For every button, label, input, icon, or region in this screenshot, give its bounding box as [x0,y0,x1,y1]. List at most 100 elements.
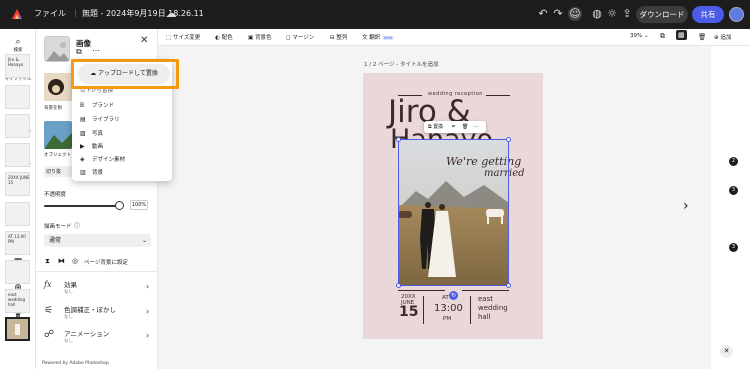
info-icon[interactable]: ⓘ [74,221,80,230]
file-menu[interactable]: ファイル [34,8,66,19]
user-icon[interactable]: ☺ [568,7,582,21]
image-thumbnail [44,36,70,62]
comment-icon[interactable]: ◍ [590,7,604,21]
share-link-icon[interactable]: ⇪ [620,7,634,21]
opacity-value-field[interactable]: 100% [130,200,148,210]
set-background-icon[interactable]: ◎ [72,257,78,265]
resize-handle-top-left[interactable] [396,137,401,142]
crop-button[interactable]: 切り抜 [44,166,74,177]
rotate-handle-icon[interactable]: ↻ [449,291,458,300]
object-label: オブジェクト [44,153,71,158]
blend-mode-select[interactable]: 通常 ⌄ [44,234,151,247]
lightbulb-icon[interactable]: ☼ [605,7,619,21]
share-button[interactable]: 共有 [692,6,724,23]
thumbnail-9[interactable]: east wedding hall [5,289,30,313]
set-page-background-button[interactable]: ページ背景に設定 [84,258,128,266]
document-title[interactable]: 無題 - 2024年9月19日 18.26.11 [82,8,204,19]
more-icon[interactable]: ⋯ [92,46,100,55]
trash-icon[interactable]: 🗑 [462,121,468,133]
align-button[interactable]: ⊟ 整列 [330,33,347,41]
card-venue-2[interactable]: wedding [478,304,508,312]
close-thumbnails-icon[interactable]: ✕ [720,345,733,358]
undo-icon[interactable]: ↶ [536,7,550,21]
zoom-select[interactable]: 39% ⌄ [630,33,649,39]
card-day[interactable]: 15 [399,304,418,320]
rail-item-search[interactable]: ⌕ 検索 [0,37,36,54]
background-color-button[interactable]: ▣ 背景色 [248,33,271,41]
thumbnail-1[interactable]: Jiro & Hanayo [5,54,30,78]
design-asset-icon: ◈ [80,156,85,163]
resize-button[interactable]: ⬚ サイズ変更 [166,33,200,41]
thumbnail-10-selected[interactable] [5,317,30,341]
animation-row[interactable]: ☍ アニメーション なし › [44,325,152,349]
remove-background-preview[interactable] [44,73,72,101]
new-badge: NEW [382,35,395,40]
replace-icon: ⧉ [428,124,432,130]
effects-row[interactable]: fx 効果 なし › [44,276,152,300]
menu-item-video[interactable]: ▶ 動画 [80,142,103,150]
fx-icon: fx [44,280,52,289]
redo-icon[interactable]: ↷ [551,7,565,21]
more-icon[interactable]: ⋯ [474,121,479,133]
background-icon: ▥ [80,169,86,176]
color-scheme-button[interactable]: ◐ 配色 [215,33,233,41]
next-page-arrow-icon[interactable]: › [683,198,689,214]
card-pm[interactable]: PM [443,316,451,322]
card-venue-1[interactable]: east [478,295,493,303]
close-icon[interactable]: ✕ [140,35,148,46]
adobe-express-logo-icon[interactable] [10,7,24,21]
opacity-slider-track[interactable] [44,205,120,207]
trash-icon[interactable]: 🗑 [698,33,706,41]
download-button[interactable]: ダウンロード [636,6,688,23]
view-mode-icon[interactable]: ▦ [676,30,687,40]
menu-item-brand[interactable]: B ブランド [80,101,114,109]
menu-item-background[interactable]: ▥ 背景 [80,168,103,176]
menu-item-design-assets[interactable]: ◈ デザイン素材 [80,155,125,163]
card-at[interactable]: AT [442,295,449,301]
library-icon: ▤ [80,116,86,123]
object-preview[interactable] [44,121,72,149]
resize-icon: ⬚ [166,35,173,41]
blend-mode-label: 描画モード [44,224,72,230]
margin-button[interactable]: ◻ マージン [286,33,314,41]
menu-item-library[interactable]: ▤ ライブラリ [80,115,120,123]
thumbnail-4[interactable] [5,143,30,167]
thumbnail-5[interactable]: 20XX JUNE 15 [5,172,30,196]
thumbnail-6[interactable] [5,202,30,226]
avatar[interactable] [729,7,744,22]
resize-handle-top-right[interactable] [506,137,511,142]
resize-handle-bottom-left[interactable] [396,283,401,288]
layer-count-badge: 2 [729,157,738,166]
powered-by-text: Powered by Adobe Photoshop [42,361,109,366]
card-time[interactable]: 13:00 [434,303,463,314]
adjustments-row[interactable]: ⚟ 色調補正・ぼかし なし › [44,301,152,325]
app-root: ファイル | 無題 - 2024年9月19日 18.26.11 ☁ ↶ ↷ ☺ … [0,0,750,369]
selection-frame [398,139,509,286]
replace-image-button[interactable]: ⧉ 置換 [428,121,443,133]
opacity-slider-handle[interactable] [115,201,124,210]
add-page-button[interactable]: ⊕ 追加 [714,33,731,41]
layer-count-badge: 3 [729,186,738,195]
flip-horizontal-icon[interactable]: ⧗ [45,257,50,266]
chevron-right-icon: › [146,282,150,291]
background-color-icon: ▣ [248,35,255,41]
flip-vertical-icon[interactable]: ⧓ [58,257,65,265]
crop-icon[interactable]: ⌗ [452,121,455,133]
editor-toolbar: ⬚ サイズ変更 ◐ 配色 ▣ 背景色 ◻ マージン ⊟ 整列 文 翻訳 NEW … [158,29,750,46]
page-label[interactable]: 1 / 2 ページ - タイトルを追加 [364,60,438,68]
thumbnail-2[interactable] [5,85,30,109]
page-thumbnails [711,46,750,369]
crop-icon[interactable]: ⧉ [76,47,82,57]
menu-item-photo[interactable]: ▨ 写真 [80,129,103,137]
photo-icon: ▨ [80,130,86,137]
resize-handle-bottom-right[interactable] [506,283,511,288]
thumbnail-7[interactable]: AT 13:00 PM [5,231,30,255]
layers-icon[interactable]: ⧉ [660,32,665,41]
top-bar: ファイル | 無題 - 2024年9月19日 18.26.11 ☁ ↶ ↷ ☺ … [0,0,750,29]
thumbnail-3[interactable] [5,114,30,138]
thumbnail-8[interactable] [5,260,30,284]
crop-label: 切り抜 [46,169,62,175]
translate-button[interactable]: 文 翻訳 NEW [362,33,395,41]
animation-icon: ☍ [44,329,55,340]
card-venue-3[interactable]: hall [478,313,491,321]
